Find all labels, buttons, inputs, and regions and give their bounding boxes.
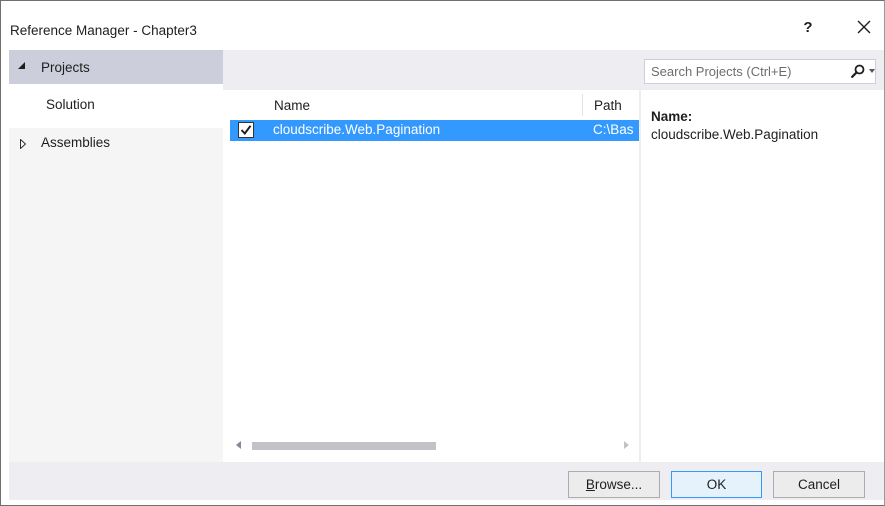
- nav-item-label: Assemblies: [41, 135, 111, 150]
- help-button[interactable]: ?: [797, 17, 819, 39]
- details-name-value: cloudscribe.Web.Pagination: [651, 127, 819, 142]
- details-name-label: Name:: [651, 109, 693, 124]
- scrollbar-thumb[interactable]: [252, 442, 436, 450]
- close-button[interactable]: [852, 15, 876, 39]
- include-checkbox[interactable]: [238, 122, 254, 138]
- nav-item-solution[interactable]: Solution: [9, 84, 223, 128]
- scroll-left-icon[interactable]: [236, 441, 241, 449]
- list-header: Name Path: [230, 94, 639, 116]
- nav-item-assemblies[interactable]: Assemblies: [9, 131, 223, 157]
- button-label: rowse...: [594, 477, 643, 492]
- list-item[interactable]: cloudscribe.Web.Pagination C:\Bas: [230, 120, 639, 141]
- button-bar: Browse... OK Cancel: [9, 462, 884, 500]
- checkmark-icon: [240, 125, 252, 136]
- access-key: B: [585, 477, 595, 492]
- scroll-right-icon[interactable]: [624, 441, 629, 449]
- column-header-path[interactable]: Path: [594, 98, 622, 113]
- cancel-button[interactable]: Cancel: [773, 471, 865, 498]
- search-input[interactable]: [645, 60, 841, 83]
- expanded-triangle-icon: [18, 62, 25, 69]
- close-icon: [857, 20, 871, 34]
- column-header-name[interactable]: Name: [274, 98, 310, 113]
- nav-item-projects[interactable]: Projects: [9, 50, 223, 84]
- window-title: Reference Manager - Chapter3: [10, 23, 197, 38]
- search-icon[interactable]: [851, 64, 865, 79]
- title-bar: Reference Manager - Chapter3 ?: [1, 1, 884, 50]
- collapsed-triangle-icon: [20, 139, 26, 149]
- browse-button[interactable]: Browse...: [568, 471, 660, 498]
- toolbar-strip: [223, 50, 884, 90]
- column-divider[interactable]: [582, 94, 583, 116]
- nav-item-label: Projects: [41, 60, 90, 75]
- nav-item-label: Solution: [46, 97, 95, 112]
- search-options-dropdown-icon[interactable]: [869, 69, 875, 73]
- ok-button[interactable]: OK: [671, 471, 762, 498]
- left-navigation: Projects Solution Assemblies: [9, 50, 223, 462]
- project-path: C:\Bas: [593, 122, 634, 137]
- project-name: cloudscribe.Web.Pagination: [273, 122, 441, 137]
- horizontal-scrollbar[interactable]: [230, 437, 639, 454]
- reference-manager-dialog: Reference Manager - Chapter3 ? Projects …: [0, 0, 885, 506]
- project-list: Name Path cloudscribe.Web.Pagination C:\…: [230, 90, 639, 462]
- search-box: [644, 59, 876, 84]
- details-pane: Name: cloudscribe.Web.Pagination: [641, 90, 884, 462]
